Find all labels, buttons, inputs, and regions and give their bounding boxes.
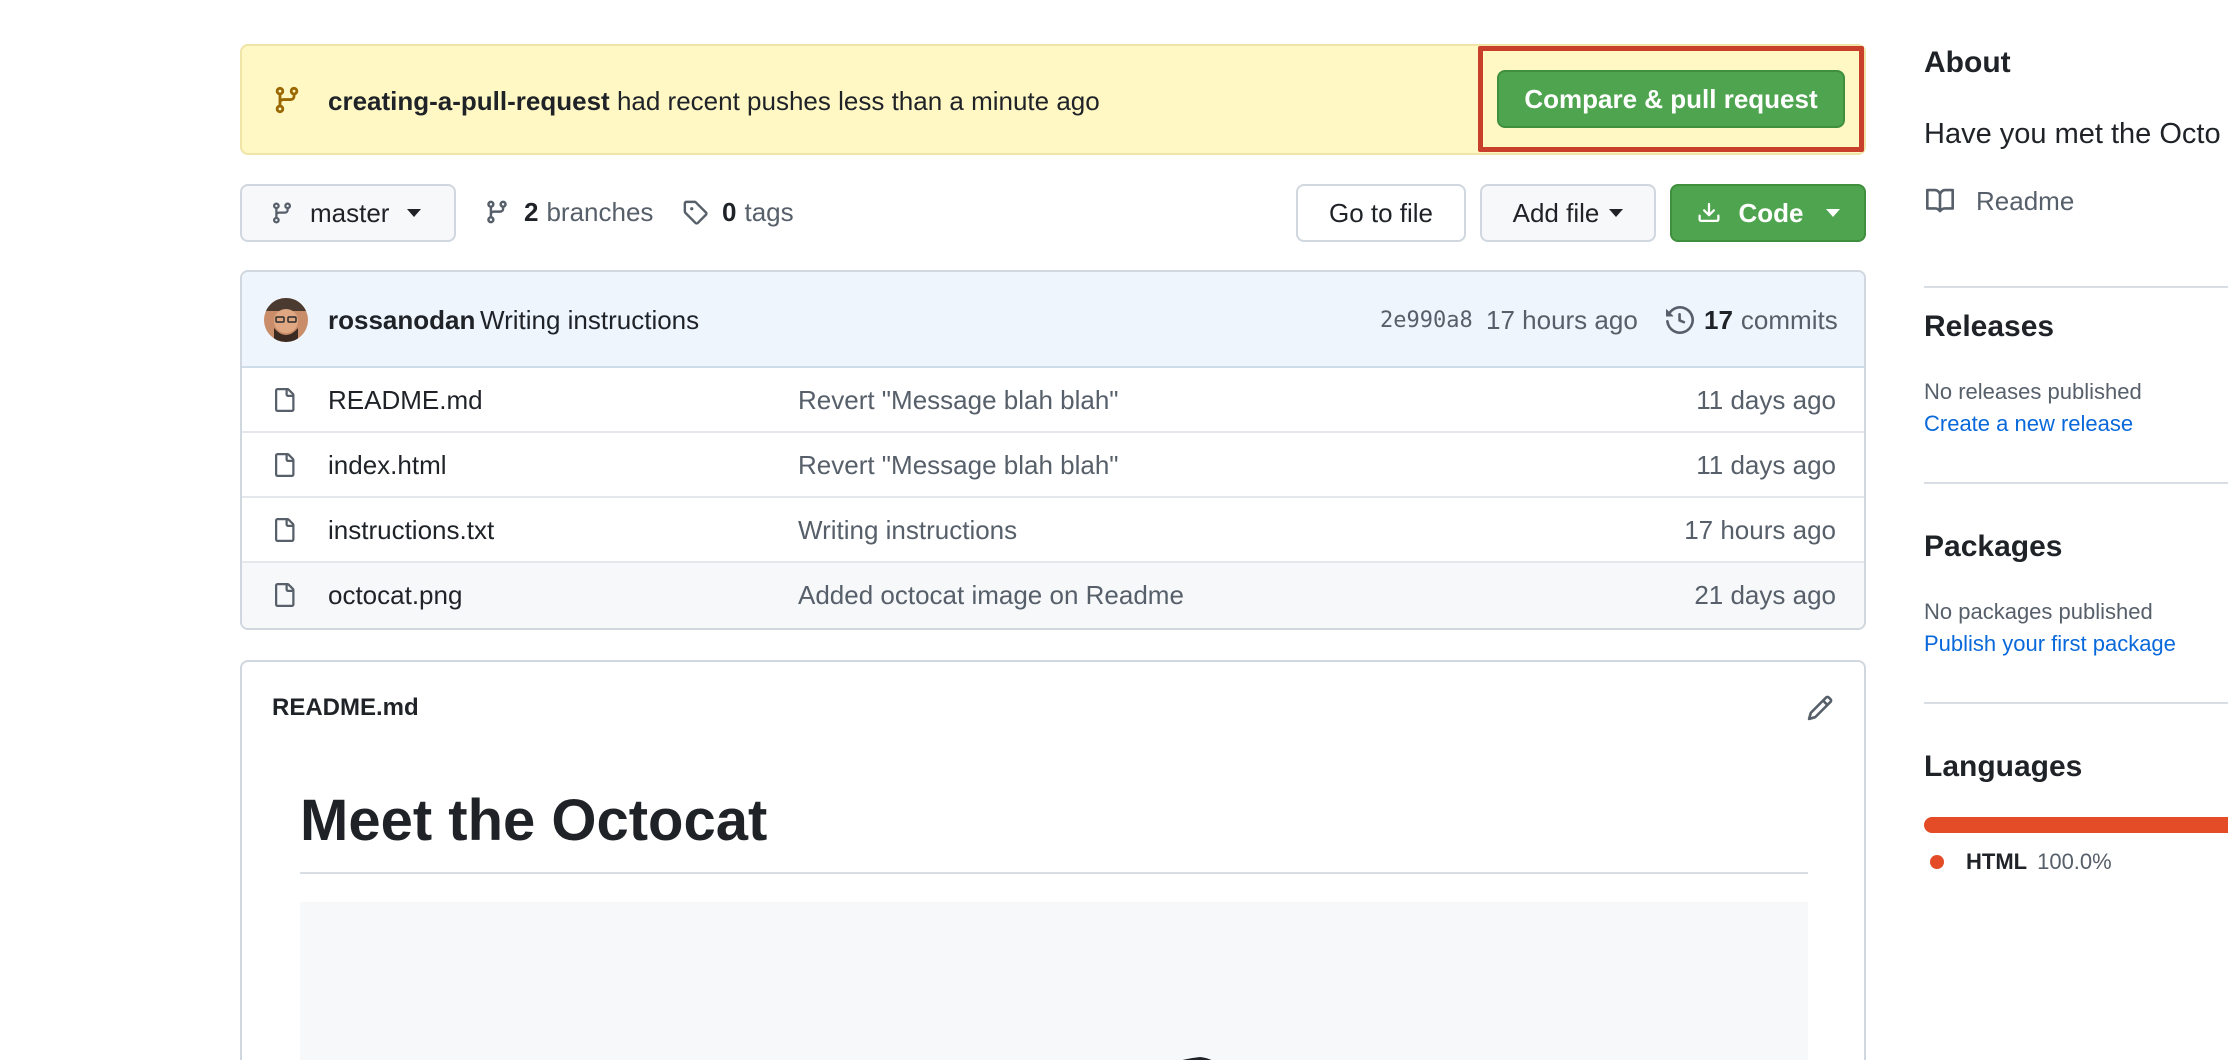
readme-link-label: Readme xyxy=(1976,186,2075,216)
chevron-down-icon xyxy=(407,209,422,217)
repository-page: creating-a-pull-request had recent pushe… xyxy=(0,0,2228,1060)
readme-filename[interactable]: README.md xyxy=(272,692,419,724)
banner-message-text: had recent pushes less than a minute ago xyxy=(616,86,1100,116)
create-release-link[interactable]: Create a new release xyxy=(1924,410,2133,438)
file-age: 17 hours ago xyxy=(1684,515,1836,545)
releases-note: No releases published xyxy=(1924,379,2142,404)
branches-count: 2 xyxy=(524,197,539,227)
file-name[interactable]: octocat.png xyxy=(328,579,462,611)
file-name[interactable]: instructions.txt xyxy=(328,514,494,546)
about-description: Have you met the Octo xyxy=(1924,118,2221,150)
readme-panel: README.md Meet the Octocat xyxy=(240,660,1866,1060)
file-icon xyxy=(275,583,295,607)
packages-note: No packages published xyxy=(1924,599,2153,624)
readme-heading: Meet the Octocat xyxy=(300,788,768,853)
avatar[interactable] xyxy=(264,298,308,342)
add-file-label: Add file xyxy=(1512,197,1600,228)
heading-divider xyxy=(300,872,1808,874)
file-icon xyxy=(275,453,295,477)
branch-select-label: master xyxy=(310,197,390,228)
banner-message: creating-a-pull-request had recent pushe… xyxy=(328,85,1100,117)
file-icon xyxy=(275,518,295,542)
octocat-image xyxy=(1182,1057,1212,1060)
add-file-button[interactable]: Add file xyxy=(1480,184,1656,242)
chevron-down-icon xyxy=(1825,209,1840,217)
file-name[interactable]: README.md xyxy=(328,384,483,416)
pencil-icon[interactable] xyxy=(1806,694,1834,722)
tags-count: 0 xyxy=(722,197,737,227)
file-row[interactable]: index.html Revert "Message blah blah" 11… xyxy=(242,433,1864,498)
readme-image xyxy=(300,902,1808,1060)
git-branch-icon xyxy=(272,202,291,224)
language-color-dot xyxy=(1930,855,1944,869)
file-row[interactable]: octocat.png Added octocat image on Readm… xyxy=(242,563,1864,628)
about-heading: About xyxy=(1924,46,2011,79)
sidebar-divider xyxy=(1924,482,2228,484)
releases-heading[interactable]: Releases xyxy=(1924,308,2054,346)
latest-commit-row: rossanodan Writing instructions 2e990a8 … xyxy=(242,272,1864,368)
git-branch-icon xyxy=(275,86,299,114)
tags-link[interactable]: 0 tags xyxy=(682,195,794,229)
language-bar xyxy=(1924,817,2228,833)
book-icon xyxy=(1926,188,1955,213)
language-percent: 100.0% xyxy=(2037,849,2112,874)
file-age: 11 days ago xyxy=(1696,450,1836,480)
file-icon xyxy=(275,388,295,412)
commit-sha[interactable]: 2e990a8 xyxy=(1380,306,1473,336)
file-commit-message[interactable]: Writing instructions xyxy=(798,514,1017,546)
commit-time: 17 hours ago xyxy=(1486,305,1638,335)
sidebar-divider xyxy=(1924,286,2228,288)
compare-pull-request-button[interactable]: Compare & pull request xyxy=(1497,70,1845,128)
language-item[interactable]: HTML 100.0% xyxy=(1930,848,2112,876)
file-commit-message[interactable]: Added octocat image on Readme xyxy=(798,579,1184,611)
file-name[interactable]: index.html xyxy=(328,449,447,481)
git-branch-icon xyxy=(487,200,507,224)
user-avatar-image xyxy=(264,298,308,342)
go-to-file-button[interactable]: Go to file xyxy=(1296,184,1466,242)
readme-sidebar-link[interactable]: Readme xyxy=(1924,184,2074,218)
commits-label: commits xyxy=(1740,305,1838,335)
publish-package-link[interactable]: Publish your first package xyxy=(1924,630,2176,658)
branches-link[interactable]: 2 branches xyxy=(484,195,653,229)
file-age: 21 days ago xyxy=(1694,580,1836,610)
banner-branch-name[interactable]: creating-a-pull-request xyxy=(328,86,610,116)
file-row[interactable]: instructions.txt Writing instructions 17… xyxy=(242,498,1864,563)
file-row[interactable]: README.md Revert "Message blah blah" 11 … xyxy=(242,368,1864,433)
code-label: Code xyxy=(1738,197,1804,228)
commit-message[interactable]: Writing instructions xyxy=(480,304,699,336)
commits-history-link[interactable]: 17 commits xyxy=(1666,304,1838,336)
file-age: 11 days ago xyxy=(1696,385,1836,415)
tag-icon xyxy=(683,200,708,225)
branch-select-button[interactable]: master xyxy=(240,184,456,242)
language-name: HTML xyxy=(1966,849,2028,874)
history-icon xyxy=(1666,306,1694,334)
code-button[interactable]: Code xyxy=(1670,184,1866,242)
file-list: rossanodan Writing instructions 2e990a8 … xyxy=(240,270,1866,630)
chevron-down-icon xyxy=(1609,209,1624,217)
branches-label: branches xyxy=(546,197,654,227)
packages-heading[interactable]: Packages xyxy=(1924,528,2062,566)
file-commit-message[interactable]: Revert "Message blah blah" xyxy=(798,384,1119,416)
languages-heading: Languages xyxy=(1924,750,2083,783)
tags-label: tags xyxy=(744,197,794,227)
commits-count: 17 xyxy=(1704,305,1733,335)
commit-author[interactable]: rossanodan xyxy=(328,304,475,336)
sidebar-divider xyxy=(1924,702,2228,704)
file-commit-message[interactable]: Revert "Message blah blah" xyxy=(798,449,1119,481)
download-icon xyxy=(1698,202,1719,222)
